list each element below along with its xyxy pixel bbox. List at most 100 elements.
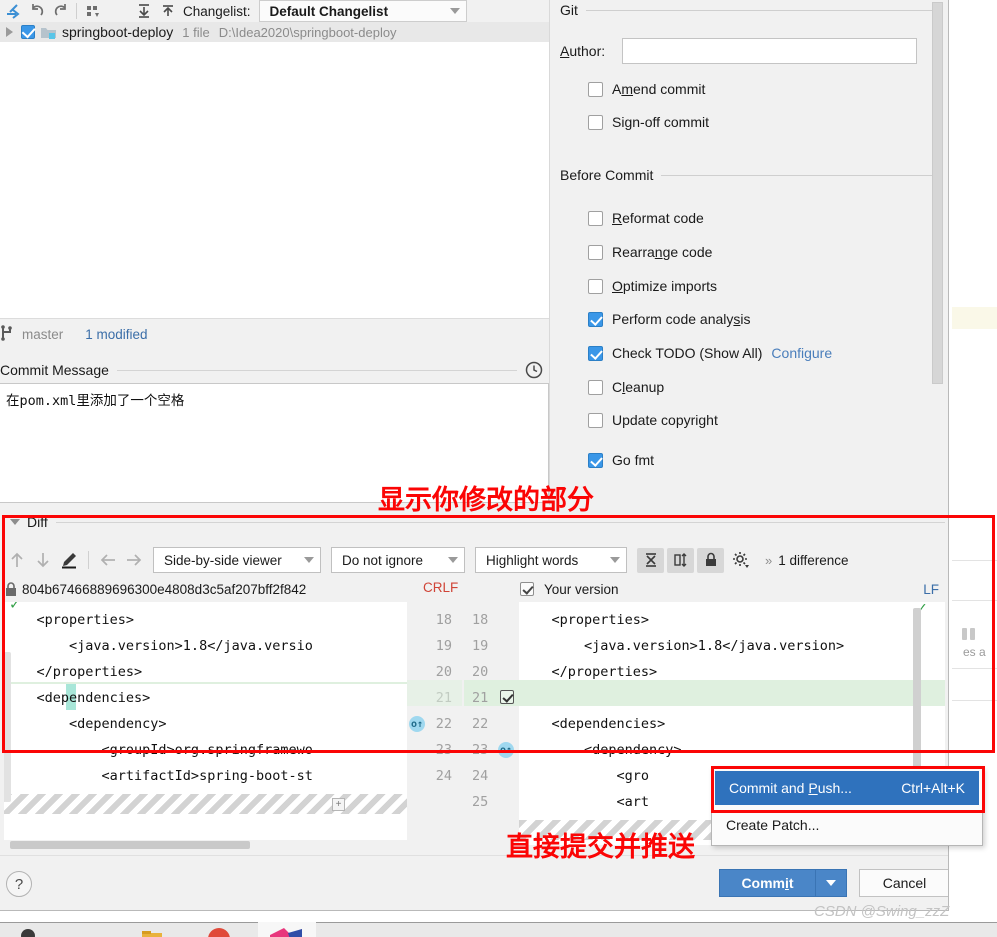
taskbar-icon-2[interactable] [140, 925, 166, 937]
taskbar-icon-4[interactable] [268, 925, 304, 937]
next-difference-icon[interactable] [30, 548, 56, 572]
perform-code-analysis-checkbox[interactable] [588, 311, 603, 327]
author-input[interactable] [622, 38, 917, 64]
group-by-icon[interactable] [83, 1, 105, 21]
cleanup-checkbox[interactable] [588, 379, 603, 395]
commit-and-push-label: Commit and Push... [729, 780, 852, 796]
edit-source-icon[interactable] [56, 548, 82, 572]
background-rule-2 [952, 600, 997, 601]
history-clock-icon[interactable] [525, 361, 543, 379]
code-line: <properties> [519, 612, 650, 628]
help-button[interactable]: ? [6, 871, 32, 897]
file-checkbox[interactable] [21, 25, 35, 39]
project-name[interactable]: springboot-deploy [62, 24, 173, 40]
previous-difference-icon[interactable] [4, 548, 30, 572]
code-line: </properties> [519, 664, 658, 680]
reformat-code-checkbox[interactable] [588, 210, 603, 226]
ignore-mode-dropdown[interactable]: Do not ignore [331, 547, 465, 573]
changelist-label: Changelist: [183, 4, 251, 19]
include-change-checkbox[interactable] [500, 690, 514, 704]
code-line: <dependency> [519, 742, 682, 758]
right-pane-scrollbar[interactable] [913, 608, 921, 778]
chevron-down-icon [449, 8, 460, 14]
code-line: <java.version>1.8</java.versio [4, 638, 313, 654]
diff-left-pane[interactable]: ✓ <properties> <java.version>1.8</java.v… [4, 602, 407, 845]
collapse-triangle-icon[interactable] [10, 519, 20, 525]
commit-and-push-shortcut: Ctrl+Alt+K [901, 780, 965, 796]
cleanup-label: Cleanup [612, 379, 665, 395]
expand-region-button[interactable]: + [332, 798, 345, 811]
more-options-chevron-icon[interactable]: » [765, 553, 772, 568]
checkbox-amend-commit[interactable]: Amend commit [588, 81, 705, 97]
revert-icon[interactable] [26, 1, 48, 21]
highlight-mode-dropdown[interactable]: Highlight words [475, 547, 627, 573]
changelist-dropdown[interactable]: Default Changelist [258, 0, 467, 22]
background-rule-1 [952, 560, 997, 561]
line-number: 20 [435, 664, 452, 680]
options-panel-scrollbar[interactable] [932, 2, 943, 384]
accept-right-icon[interactable] [121, 548, 147, 572]
checkbox-rearrange-code[interactable]: Rearrange code [588, 244, 712, 260]
update-copyright-label: Update copyright [612, 412, 718, 428]
code-line: </properties> [4, 664, 143, 680]
checkbox-perform-code-analysis[interactable]: Perform code analysis [588, 311, 751, 327]
go-fmt-checkbox[interactable] [588, 452, 603, 468]
checkbox-reformat-code[interactable]: Reformat code [588, 210, 704, 226]
git-annotate-icon[interactable]: o↑ [498, 742, 514, 758]
show-diff-icon[interactable] [2, 1, 24, 21]
accept-left-icon[interactable] [95, 548, 121, 572]
commit-context-menu: Commit and Push... Ctrl+Alt+K Create Pat… [711, 767, 983, 846]
commit-message-rule [116, 369, 517, 371]
viewer-mode-dropdown[interactable]: Side-by-side viewer [153, 547, 321, 573]
line-number: 19 [472, 638, 489, 654]
update-copyright-checkbox[interactable] [588, 412, 603, 428]
settings-gear-icon[interactable] [727, 548, 754, 573]
background-scroll-mark-b [970, 628, 975, 640]
cancel-button[interactable]: Cancel [859, 869, 948, 897]
diff-left-gutter: 18 19 20 21 22 23 24 o↑ [407, 602, 462, 845]
diff-left-header: 804b67466889696300e4808d3c5af207bff2f842 [4, 578, 404, 600]
sign-off-commit-checkbox[interactable] [588, 114, 603, 130]
refresh-icon[interactable] [50, 1, 72, 21]
commit-message-title: Commit Message [0, 362, 109, 378]
taskbar-icon-3[interactable] [205, 925, 233, 937]
left-pane-hscroll-thumb[interactable] [10, 841, 250, 849]
amend-commit-label: Amend commit [612, 81, 706, 97]
line-number: 25 [472, 794, 489, 810]
amend-commit-checkbox[interactable] [588, 81, 603, 97]
collapse-all-icon[interactable] [157, 1, 179, 21]
diff-rule [55, 521, 945, 523]
checkbox-check-todo[interactable]: Check TODO (Show All) Configure [588, 345, 832, 361]
difference-count: 1 difference [778, 552, 849, 568]
diff-right-gutter: 18 19 20 21 22 23 24 25 o↑ [464, 602, 519, 845]
checkbox-update-copyright[interactable]: Update copyright [588, 412, 718, 428]
git-annotate-icon[interactable]: o↑ [409, 716, 425, 732]
checkbox-cleanup[interactable]: Cleanup [588, 379, 664, 395]
lock-icon[interactable] [697, 547, 724, 573]
checkbox-optimize-imports[interactable]: Optimize imports [588, 278, 717, 294]
diff-title: Diff [27, 514, 48, 530]
highlight-mode-value: Highlight words [486, 552, 579, 568]
optimize-imports-label: Optimize imports [612, 278, 718, 294]
checkbox-go-fmt[interactable]: Go fmt [588, 452, 654, 468]
before-commit-group-rule [661, 174, 938, 176]
collapse-unchanged-icon[interactable] [637, 547, 664, 573]
your-version-checkbox[interactable] [520, 582, 534, 596]
taskbar-icon-1[interactable] [18, 925, 40, 937]
menu-item-commit-and-push[interactable]: Commit and Push... Ctrl+Alt+K [715, 771, 979, 805]
check-todo-checkbox[interactable] [588, 345, 603, 361]
configure-link[interactable]: Configure [771, 345, 832, 361]
right-change-overview-marker [904, 680, 913, 702]
expand-triangle-icon[interactable] [6, 27, 13, 37]
expand-all-icon[interactable] [133, 1, 155, 21]
rearrange-code-checkbox[interactable] [588, 244, 603, 260]
synchronize-scroll-icon[interactable] [667, 547, 694, 573]
annotation-commit-and-push: 直接提交并推送 [506, 832, 695, 863]
menu-item-create-patch[interactable]: Create Patch... [712, 808, 982, 842]
commit-dropdown-button[interactable] [815, 869, 847, 897]
changed-files-list-area[interactable] [0, 42, 549, 319]
modified-count[interactable]: 1 modified [85, 327, 147, 342]
commit-button[interactable]: Commit [719, 869, 815, 897]
optimize-imports-checkbox[interactable] [588, 278, 603, 294]
checkbox-sign-off-commit[interactable]: Sign-off commit [588, 114, 709, 130]
